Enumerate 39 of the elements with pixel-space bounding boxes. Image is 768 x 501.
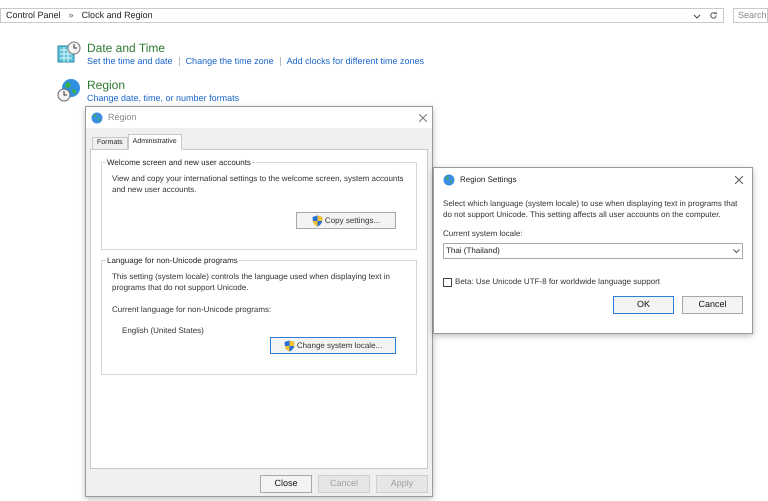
chevron-down-icon	[733, 248, 740, 254]
search-field[interactable]: Search	[733, 8, 768, 23]
breadcrumb[interactable]: Clock and Region	[82, 8, 153, 22]
group-title: Language for non-Unicode programs	[106, 255, 239, 267]
task-link[interactable]: Change the time zone	[186, 55, 274, 68]
dropdown-icon[interactable]	[693, 12, 701, 20]
dialog-description: Select which language (system locale) to use when displaying text in programs that do not support Unicode. This setting affects all user accounts on the computer.	[443, 198, 738, 220]
task-link[interactable]: Set the time and date	[87, 55, 173, 68]
checkbox[interactable]	[443, 278, 452, 286]
category-title[interactable]: Region	[87, 78, 240, 92]
close-icon[interactable]	[735, 176, 743, 184]
globe-icon	[91, 112, 103, 124]
shield-button[interactable]: Copy settings...	[296, 212, 396, 229]
group-description: View and copy your international settings to the welcome screen, system accounts and new user accounts.	[112, 173, 405, 195]
task-link[interactable]: Change date, time, or number formats	[87, 92, 240, 105]
checkbox-label[interactable]: Beta: Use Unicode UTF-8 for worldwide language support	[455, 276, 660, 288]
refresh-icon[interactable]	[709, 11, 718, 20]
close-icon[interactable]	[419, 114, 427, 122]
shield-button[interactable]: Change system locale...	[270, 337, 396, 354]
dialog-title: Region	[108, 110, 137, 124]
shield-icon	[284, 340, 295, 352]
dialog-button[interactable]: Close	[260, 475, 312, 493]
globe-icon	[443, 174, 455, 186]
calendar-clock-icon	[57, 41, 81, 63]
dialog-title: Region Settings	[460, 174, 516, 186]
shield-icon	[312, 214, 323, 226]
breadcrumb[interactable]: Control Panel	[6, 8, 61, 22]
globe-clock-icon	[57, 78, 81, 102]
field-label: Current system locale:	[443, 228, 524, 240]
field-label: Current language for non-Unicode programs:	[112, 304, 272, 316]
breadcrumb-separator: »	[68, 8, 74, 22]
group-description: This setting (system locale) controls the language used when displaying text in programs that do not support Unicode.	[112, 271, 391, 293]
address-bar[interactable]: Control Panel » Clock and Region	[0, 8, 724, 23]
dialog-button[interactable]: Cancel	[682, 296, 743, 314]
task-link[interactable]: Add clocks for different time zones	[286, 55, 424, 68]
locale-dropdown[interactable]: Thai (Thailand)	[443, 243, 743, 259]
dialog-button[interactable]: OK	[613, 296, 674, 314]
current-language: English (United States)	[122, 325, 205, 337]
category-title[interactable]: Date and Time	[87, 41, 424, 55]
